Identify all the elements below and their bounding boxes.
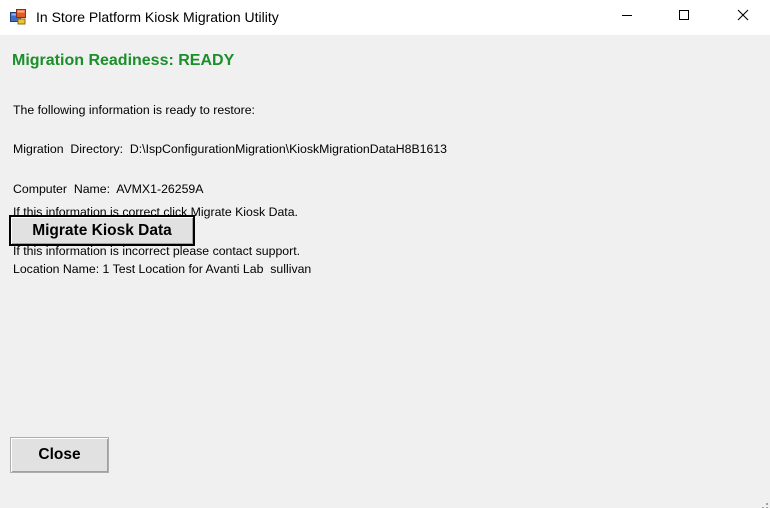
minimize-icon bbox=[621, 8, 633, 26]
migrate-kiosk-data-button[interactable]: Migrate Kiosk Data bbox=[9, 215, 195, 246]
minimize-button[interactable] bbox=[604, 0, 650, 34]
close-button[interactable]: Close bbox=[10, 437, 109, 473]
resize-grip-icon[interactable] bbox=[758, 496, 768, 508]
close-icon bbox=[737, 8, 749, 26]
client-area: Migration Readiness: READY The following… bbox=[0, 35, 770, 508]
migration-directory: Migration Directory: D:\IspConfiguration… bbox=[13, 142, 447, 157]
readiness-status-heading: Migration Readiness: READY bbox=[12, 52, 235, 69]
maximize-button[interactable] bbox=[661, 0, 707, 34]
title-bar[interactable]: In Store Platform Kiosk Migration Utilit… bbox=[0, 0, 770, 35]
app-window: In Store Platform Kiosk Migration Utilit… bbox=[0, 0, 770, 508]
window-title: In Store Platform Kiosk Migration Utilit… bbox=[36, 9, 279, 25]
maximize-icon bbox=[678, 8, 690, 26]
app-window-icon bbox=[10, 9, 26, 25]
notice-incorrect: If this information is incorrect please … bbox=[13, 244, 301, 259]
close-window-button[interactable] bbox=[720, 0, 766, 34]
info-intro: The following information is ready to re… bbox=[13, 102, 255, 117]
